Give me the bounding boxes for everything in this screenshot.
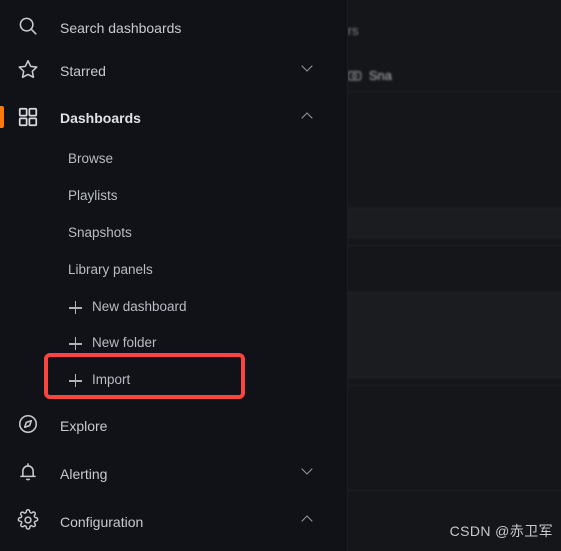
gear-icon bbox=[15, 507, 41, 533]
tab-snapshots[interactable]: Sna bbox=[348, 60, 392, 92]
search-dashboards-row[interactable]: Search dashboards bbox=[0, 6, 348, 46]
sidebar-subitem-import-label: Import bbox=[92, 372, 131, 387]
sidebar-subitem-playlists-label: Playlists bbox=[68, 188, 118, 203]
camera-icon bbox=[348, 68, 362, 83]
page-subtitle: Manage dashboards and folders bbox=[348, 23, 359, 38]
chevron-down-icon[interactable] bbox=[300, 60, 316, 77]
sidebar-subitem-snapshots-label: Snapshots bbox=[68, 225, 132, 240]
compass-icon bbox=[15, 411, 41, 437]
sidebar-item-dashboards-label: Dashboards bbox=[60, 110, 141, 126]
page-header: dashboards Manage dashboards and folders bbox=[348, 0, 561, 39]
sidebar-subitem-library-panels-label: Library panels bbox=[68, 262, 153, 277]
plus-icon bbox=[69, 337, 82, 350]
active-indicator-bar bbox=[0, 106, 4, 128]
sidebar-item-starred-label: Starred bbox=[60, 63, 106, 79]
divider bbox=[348, 490, 561, 491]
panel-json-textarea[interactable] bbox=[348, 292, 561, 378]
plus-icon bbox=[69, 374, 82, 387]
sidebar-item-alerting-label: Alerting bbox=[60, 466, 108, 482]
sidebar-item-explore[interactable]: Explore bbox=[0, 404, 348, 444]
sidebar-subitem-browse[interactable]: Browse bbox=[0, 147, 348, 173]
divider bbox=[348, 385, 561, 386]
sidebar-subitem-import[interactable]: Import bbox=[0, 368, 348, 394]
sidebar-subitem-new-folder-label: New folder bbox=[92, 335, 157, 350]
sidebar-subitem-new-folder[interactable]: New folder bbox=[0, 331, 348, 357]
sidebar-subitem-playlists[interactable]: Playlists bbox=[0, 184, 348, 210]
chevron-up-icon[interactable] bbox=[300, 512, 316, 528]
sidebar-item-alerting[interactable]: Alerting bbox=[0, 452, 348, 492]
sidebar-subitem-browse-label: Browse bbox=[68, 151, 114, 166]
content-inner-blurred: dashboards Manage dashboards and folders… bbox=[348, 0, 561, 551]
content-tabbar: wse Playlists bbox=[348, 60, 561, 92]
grid-icon bbox=[15, 104, 41, 130]
tab-snapshots-label: Sna bbox=[368, 68, 392, 83]
watermark: CSDN @赤卫军 bbox=[449, 523, 553, 539]
navigation-sidebar: Search dashboards Starred Dashboards Bro… bbox=[0, 0, 348, 551]
bell-icon bbox=[15, 459, 41, 485]
page-title: dashboards bbox=[348, 0, 561, 18]
dashboard-url-input[interactable]: .com dashboard URL or ID bbox=[348, 208, 561, 238]
dashboards-content-pane: dashboards Manage dashboards and folders… bbox=[348, 0, 561, 551]
sidebar-subitem-new-dashboard-label: New dashboard bbox=[92, 299, 187, 314]
grafana-app-window: dashboards Manage dashboards and folders… bbox=[0, 0, 561, 551]
chevron-down-icon[interactable] bbox=[300, 463, 316, 480]
search-dashboards-label: Search dashboards bbox=[60, 20, 182, 36]
plus-icon bbox=[69, 301, 82, 314]
divider bbox=[348, 245, 561, 246]
sidebar-item-starred[interactable]: Starred bbox=[0, 49, 348, 89]
sidebar-subitem-snapshots[interactable]: Snapshots bbox=[0, 221, 348, 247]
sidebar-item-explore-label: Explore bbox=[60, 418, 108, 434]
search-icon bbox=[15, 13, 41, 39]
sidebar-item-configuration-label: Configuration bbox=[60, 514, 144, 530]
chevron-up-icon[interactable] bbox=[300, 109, 316, 125]
star-icon bbox=[15, 56, 41, 82]
sidebar-item-dashboards[interactable]: Dashboards bbox=[0, 97, 348, 137]
sidebar-subitem-library-panels[interactable]: Library panels bbox=[0, 258, 348, 284]
sidebar-subitem-new-dashboard[interactable]: New dashboard bbox=[0, 295, 348, 321]
sidebar-item-configuration[interactable]: Configuration bbox=[0, 500, 348, 540]
